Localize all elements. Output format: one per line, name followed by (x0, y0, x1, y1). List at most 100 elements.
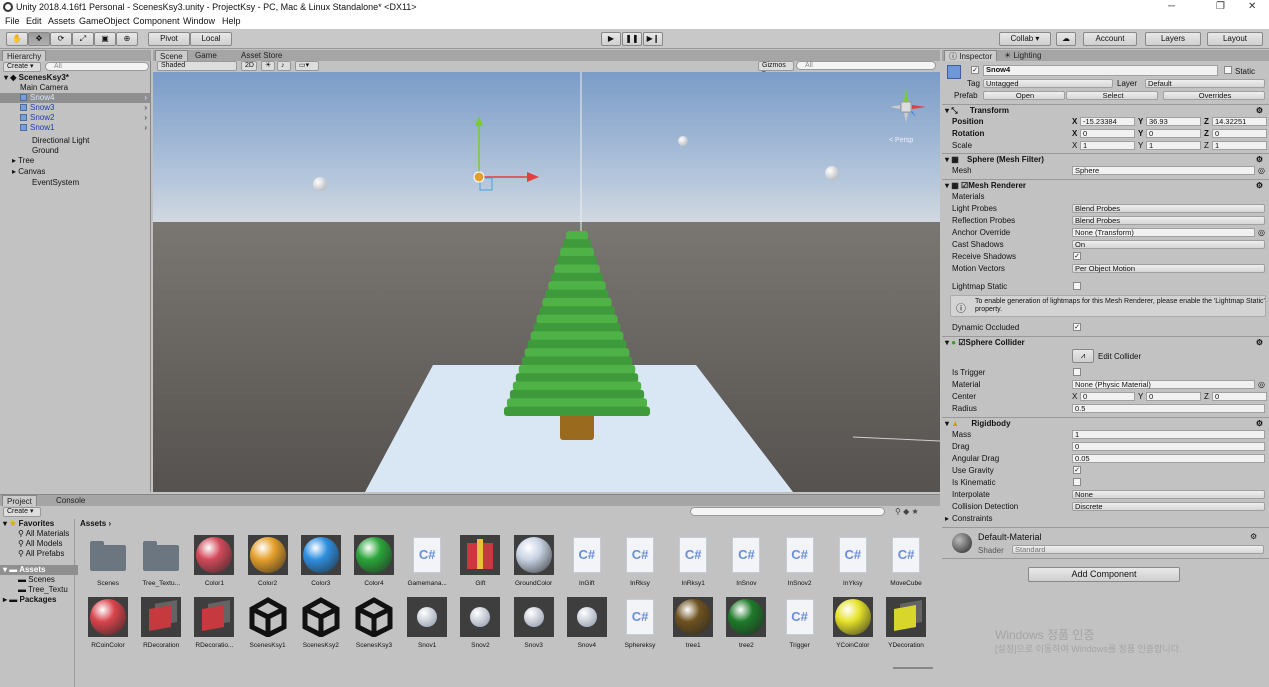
is-trigger-checkbox[interactable] (1073, 368, 1081, 376)
prefab-overrides-dropdown[interactable]: Overrides (1163, 91, 1265, 100)
rot-y-field[interactable]: 0 (1146, 129, 1201, 138)
packages-folder[interactable]: ▸ ▬ Packages (0, 595, 78, 605)
menu-edit[interactable]: Edit (26, 16, 42, 26)
materials-row[interactable]: Materials (942, 191, 1269, 202)
prefab-open-button[interactable]: Open (983, 91, 1065, 100)
scale-x-field[interactable]: 1 (1080, 141, 1135, 150)
collision-detection-dropdown[interactable]: Discrete (1072, 502, 1265, 511)
rigidbody-header[interactable]: ▾ ▲ Rigidbody ⚙ (942, 417, 1269, 429)
close-button[interactable]: ✕ (1248, 1, 1256, 12)
move-tool-icon[interactable]: ✥ (28, 32, 50, 46)
use-gravity-checkbox[interactable]: ✓ (1073, 466, 1081, 474)
gear-icon[interactable]: ⚙ (1256, 337, 1263, 349)
collider-material-field[interactable]: None (Physic Material) (1072, 380, 1255, 389)
hierarchy-item-eventsystem[interactable]: EventSystem (0, 178, 150, 188)
constraints-row[interactable]: ▸ Constraints (942, 513, 1269, 524)
pause-button[interactable]: ❚❚ (622, 32, 642, 46)
asset-item[interactable]: C# Gamemana... (403, 535, 451, 597)
object-picker-icon[interactable]: ◎ (1258, 227, 1265, 238)
menu-assets[interactable]: Assets (48, 16, 75, 26)
asset-item[interactable]: RDecoration (137, 597, 185, 659)
menu-gameobject[interactable]: GameObject (79, 16, 130, 26)
cloud-icon[interactable]: ☁ (1056, 32, 1076, 46)
object-name-input[interactable]: Snow4 (983, 65, 1218, 76)
gear-icon[interactable]: ⚙ (1250, 532, 1257, 541)
layers-dropdown[interactable]: Layers (1145, 32, 1201, 46)
hierarchy-item-ground[interactable]: Ground (0, 146, 150, 156)
project-search-input[interactable] (690, 507, 885, 516)
prefab-select-button[interactable]: Select (1066, 91, 1158, 100)
fold-arrow-icon[interactable]: ▾ (945, 181, 949, 190)
cast-shadows-dropdown[interactable]: On (1072, 240, 1265, 249)
hierarchy-item-directional-light[interactable]: Directional Light (0, 136, 150, 146)
chevron-right-icon[interactable]: › (144, 113, 147, 123)
shading-mode-dropdown[interactable]: Shaded (157, 61, 237, 71)
tab-game[interactable]: Game (191, 50, 221, 61)
asset-item[interactable]: C# MoveCube (882, 535, 930, 597)
tag-dropdown[interactable]: Untagged (983, 79, 1113, 88)
tab-asset-store[interactable]: Asset Store (237, 50, 286, 61)
zoom-slider[interactable] (893, 667, 933, 669)
tab-console[interactable]: Console (52, 495, 89, 506)
filter-icons[interactable]: ⚲ ◆ ★ (895, 507, 919, 516)
breadcrumb[interactable]: Assets › (80, 519, 111, 528)
step-button[interactable]: ▶❙ (643, 32, 663, 46)
minimize-button[interactable]: ─ (1168, 1, 1175, 12)
asset-item[interactable]: C# InGift (563, 535, 611, 597)
asset-item[interactable]: ScenesKsy3 (350, 597, 398, 659)
object-picker-icon[interactable]: ◎ (1258, 379, 1265, 390)
account-dropdown[interactable]: Account (1083, 32, 1137, 46)
edit-collider-icon[interactable]: ⩘ (1072, 349, 1094, 363)
chevron-right-icon[interactable]: › (144, 123, 147, 133)
asset-item[interactable]: C# Trigger (776, 597, 824, 659)
maximize-button[interactable]: ❐ (1216, 1, 1225, 12)
reflection-probes-dropdown[interactable]: Blend Probes (1072, 216, 1265, 225)
fold-arrow-icon[interactable]: ▾ (945, 338, 949, 347)
fold-arrow-icon[interactable]: ▾ (945, 106, 949, 115)
menu-file[interactable]: File (5, 16, 20, 26)
hierarchy-item-snow2[interactable]: Snow2 › (0, 113, 150, 123)
asset-item[interactable]: C# Sphereksy (616, 597, 664, 659)
hierarchy-item-snow3[interactable]: Snow3 › (0, 103, 150, 113)
fav-all-models[interactable]: ⚲ All Models (0, 539, 78, 549)
transform-tool-icon[interactable]: ⊕ (116, 32, 138, 46)
assets-folder[interactable]: ▾ ▬ Assets (0, 565, 78, 575)
asset-item[interactable]: Scenes (84, 535, 132, 597)
audio-toggle-icon[interactable]: ♪ (277, 61, 291, 71)
favorites-section[interactable]: ▾ ★ Favorites (0, 519, 78, 529)
asset-item[interactable]: C# InRksy1 (669, 535, 717, 597)
anchor-field[interactable]: None (Transform) (1072, 228, 1255, 237)
asset-item[interactable]: Snov4 (563, 597, 611, 659)
asset-item[interactable]: C# InRksy (616, 535, 664, 597)
asset-item[interactable]: Color1 (190, 535, 238, 597)
sphere-collider-header[interactable]: ▾ ● ☑Sphere Collider ⚙ (942, 336, 1269, 348)
light-probes-dropdown[interactable]: Blend Probes (1072, 204, 1265, 213)
gizmos-dropdown[interactable]: Gizmos ▾ (758, 61, 794, 77)
center-z-field[interactable]: 0 (1212, 392, 1267, 401)
fav-all-materials[interactable]: ⚲ All Materials (0, 529, 78, 539)
2d-toggle[interactable]: 2D (241, 61, 257, 71)
fold-arrow-icon[interactable]: ▾ (945, 419, 949, 428)
hierarchy-item-snow4[interactable]: Snow4 › (0, 93, 150, 103)
mesh-filter-header[interactable]: ▾ ▦ Sphere (Mesh Filter) ⚙ (942, 153, 1269, 165)
asset-item[interactable]: tree1 (669, 597, 717, 659)
rect-tool-icon[interactable]: ▣ (94, 32, 116, 46)
asset-item[interactable]: YCoinColor (829, 597, 877, 659)
breadcrumb-assets[interactable]: Assets (80, 519, 106, 528)
hierarchy-search-input[interactable]: All (45, 62, 149, 71)
mass-field[interactable]: 1 (1072, 430, 1265, 439)
chevron-right-icon[interactable]: › (144, 93, 147, 103)
motion-vectors-dropdown[interactable]: Per Object Motion (1072, 264, 1265, 273)
chevron-right-icon[interactable]: › (144, 103, 147, 113)
asset-item[interactable]: Snov1 (403, 597, 451, 659)
transform-header[interactable]: ▾ ⤡ Transform ⚙ (942, 104, 1269, 116)
asset-item[interactable]: Gift (456, 535, 504, 597)
asset-item[interactable]: Color3 (297, 535, 345, 597)
asset-item[interactable]: C# InSnov (722, 535, 770, 597)
scale-z-field[interactable]: 1 (1212, 141, 1267, 150)
pos-y-field[interactable]: 36.93 (1146, 117, 1201, 126)
asset-item[interactable]: ScenesKsy2 (297, 597, 345, 659)
collab-button[interactable]: Collab ▾ (999, 32, 1051, 46)
asset-item[interactable]: YDecoration (882, 597, 930, 659)
tab-inspector[interactable]: ⓘ Inspector (944, 50, 998, 61)
